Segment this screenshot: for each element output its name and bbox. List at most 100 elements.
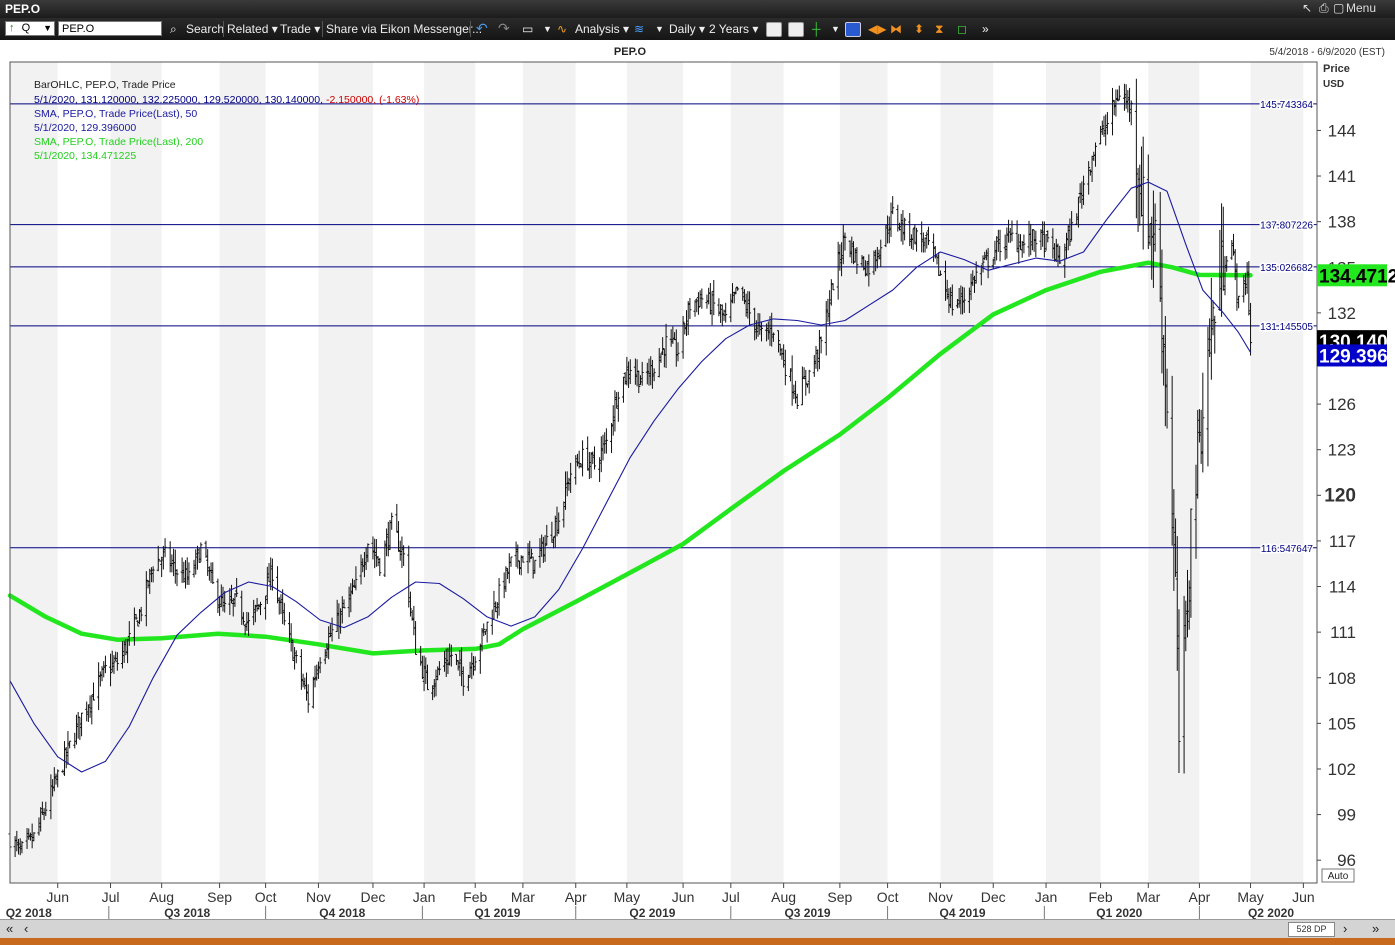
toolbar: ↑ Q ▼ PEP.O ⌕ Search Related ▾ Trade ▾ S…: [0, 18, 1395, 40]
vertical-zoom-icon[interactable]: ⬍: [914, 22, 924, 36]
legend-sma200-value: 5/1/2020, 134.471225: [34, 150, 136, 162]
ohlc-bar: [935, 256, 939, 265]
month-tick-label: Jun: [46, 889, 69, 905]
ohlc-bar: [592, 446, 596, 470]
ohlc-bar: [88, 695, 92, 718]
ohlc-bar: [1225, 255, 1229, 272]
month-band: [522, 62, 576, 883]
ohlc-bar: [495, 602, 499, 619]
restore-icon[interactable]: ▢: [1333, 1, 1344, 15]
ohlc-bar: [402, 545, 406, 567]
quarter-label: Q1 2020: [1096, 906, 1142, 920]
search-icon[interactable]: ⌕: [170, 22, 177, 37]
reference-line-label: 131.145505: [1260, 322, 1313, 333]
folder-icon[interactable]: ▭: [522, 22, 533, 36]
month-tick-label: Aug: [771, 889, 796, 905]
ohlc-bar: [64, 747, 68, 769]
ohlc-bar: [485, 621, 489, 643]
related-menu[interactable]: Related ▾: [227, 22, 278, 36]
ohlc-bar: [373, 538, 377, 569]
redo-icon[interactable]: ↷: [498, 20, 510, 37]
ohlc-bar: [168, 541, 172, 573]
scroll-prev-icon[interactable]: ‹: [24, 921, 28, 936]
ohlc-bar: [395, 503, 399, 533]
scroll-bar[interactable]: « ‹ 528 DP › »: [0, 919, 1395, 938]
trade-menu[interactable]: Trade ▾: [280, 22, 320, 36]
studies-icon[interactable]: ≋: [634, 22, 644, 36]
ohlc-bar: [497, 578, 501, 616]
zoom-fit-icon[interactable]: ⧓: [890, 22, 902, 36]
ohlc-bar: [187, 562, 191, 585]
ohlc-bar: [926, 226, 930, 246]
share-button[interactable]: Share via Eikon Messenger...: [326, 22, 482, 36]
chart-title: PEP.O: [614, 46, 647, 58]
compare-chart-icon[interactable]: [788, 22, 804, 37]
month-band: [839, 62, 888, 883]
line-chart-icon[interactable]: [766, 22, 782, 37]
table-icon[interactable]: [845, 22, 861, 37]
ohlc-bar: [80, 712, 84, 737]
print-icon[interactable]: ⎙: [1319, 1, 1329, 16]
ric-input[interactable]: PEP.O: [58, 21, 162, 36]
ohlc-bar: [621, 376, 625, 403]
range-select[interactable]: 2 Years ▾: [709, 22, 758, 36]
ohlc-bar: [490, 609, 494, 635]
ohlc-bar: [293, 647, 297, 670]
ohlc-bar: [1010, 220, 1014, 242]
select-icon[interactable]: ◻: [957, 22, 967, 36]
month-tick-label: Jun: [672, 889, 695, 905]
menu-button[interactable]: Menu: [1346, 1, 1376, 15]
back-icon[interactable]: ↖: [1302, 1, 1312, 15]
ohlc-bar: [720, 304, 724, 327]
scroll-last-icon[interactable]: »: [1372, 921, 1379, 936]
chevron-down-icon[interactable]: ▼: [655, 24, 664, 34]
interval-select[interactable]: Daily ▾: [669, 22, 705, 36]
ohlc-bar: [724, 302, 728, 323]
search-button[interactable]: Search: [186, 22, 224, 36]
scroll-first-icon[interactable]: «: [6, 921, 13, 936]
more-icon[interactable]: »: [982, 22, 989, 36]
ohlc-bar: [74, 714, 78, 745]
legend-change: -2.150000, (-1.63%): [326, 94, 419, 106]
price-tick-label: 105: [1328, 714, 1356, 733]
quote-type-select[interactable]: ↑ Q ▼: [5, 21, 55, 36]
auto-scale-button[interactable]: Auto: [1321, 868, 1355, 883]
ohlc-bar: [1211, 300, 1215, 336]
ohlc-bar: [78, 716, 82, 740]
price-tick-label: 123: [1328, 441, 1356, 460]
ohlc-bar: [502, 572, 506, 599]
crosshair-icon[interactable]: ┼: [812, 22, 821, 36]
scroll-next-icon[interactable]: ›: [1343, 921, 1347, 936]
ohlc-bar: [301, 673, 305, 688]
undo-icon[interactable]: ↶: [476, 20, 488, 37]
ohlc-bar: [1138, 164, 1142, 226]
chart[interactable]: 9699102105108111114117120123126129132135…: [0, 40, 1395, 920]
chevron-down-icon[interactable]: ▼: [831, 24, 840, 34]
ohlc-bar: [915, 227, 919, 252]
hourglass-icon[interactable]: ⧗: [935, 22, 943, 37]
ohlc-bar: [575, 453, 579, 467]
month-tick-label: Nov: [928, 889, 953, 905]
analysis-icon[interactable]: ∿: [557, 22, 567, 36]
analysis-menu[interactable]: Analysis ▾: [575, 22, 629, 36]
window-border: [0, 938, 1395, 945]
month-tick-label: Mar: [1136, 889, 1160, 905]
ohlc-bar: [1117, 85, 1121, 101]
ohlc-bar: [90, 694, 94, 725]
chevron-down-icon[interactable]: ▼: [543, 24, 552, 34]
chevron-down-icon[interactable]: ▼: [43, 22, 52, 35]
ohlc-bar: [710, 291, 714, 326]
ohlc-bar: [98, 671, 102, 687]
quarter-label: Q2 2020: [1248, 906, 1294, 920]
ohlc-bar: [920, 221, 924, 253]
ohlc-bar: [299, 649, 303, 690]
ohlc-bar: [518, 560, 522, 575]
ohlc-bar: [610, 422, 614, 454]
ohlc-bar: [911, 228, 915, 251]
price-tick-label: 132: [1328, 304, 1356, 323]
scroll-left-icon[interactable]: ◀▶: [868, 22, 886, 36]
ohlc-bar: [313, 665, 317, 688]
ohlc-bar: [794, 380, 798, 404]
ohlc-bar: [1206, 326, 1210, 467]
ohlc-bar: [277, 597, 281, 615]
